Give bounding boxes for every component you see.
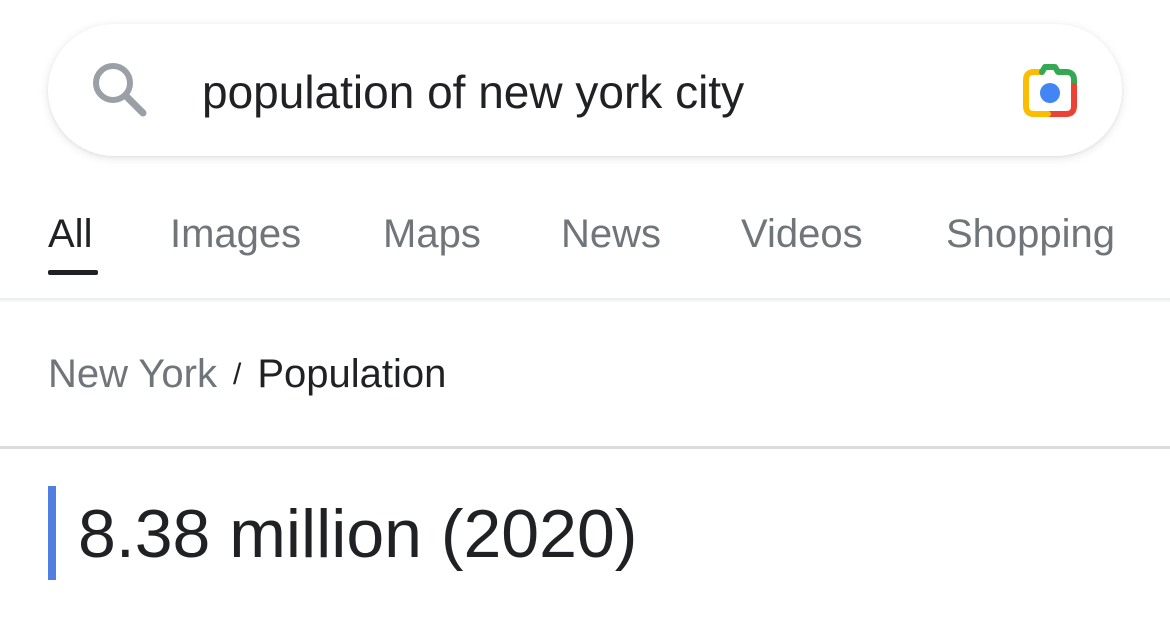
breadcrumb-current: Population [257,352,447,396]
search-input[interactable]: population of new york city [202,64,744,120]
tab-images[interactable]: Images [170,210,301,258]
answer-accent-bar [48,486,56,580]
search-tabs: All Images Maps News Videos Shopping [0,200,1170,300]
breadcrumb-separator: / [232,358,242,391]
breadcrumb: New York / Population [48,350,446,402]
tab-news[interactable]: News [561,210,661,258]
tab-all[interactable]: All [48,210,92,258]
tabs-divider [0,298,1170,302]
breadcrumb-parent-link[interactable]: New York [48,352,217,396]
search-icon[interactable] [88,58,150,120]
tab-videos[interactable]: Videos [741,210,863,258]
tab-maps[interactable]: Maps [383,210,481,258]
google-lens-camera-icon[interactable] [1018,62,1082,120]
answer-value: 8.38 million (2020) [78,496,638,572]
search-results-page: population of new york city All Images M… [0,0,1170,619]
section-divider [0,446,1170,449]
tab-shopping[interactable]: Shopping [946,210,1115,258]
active-tab-indicator [48,270,98,275]
